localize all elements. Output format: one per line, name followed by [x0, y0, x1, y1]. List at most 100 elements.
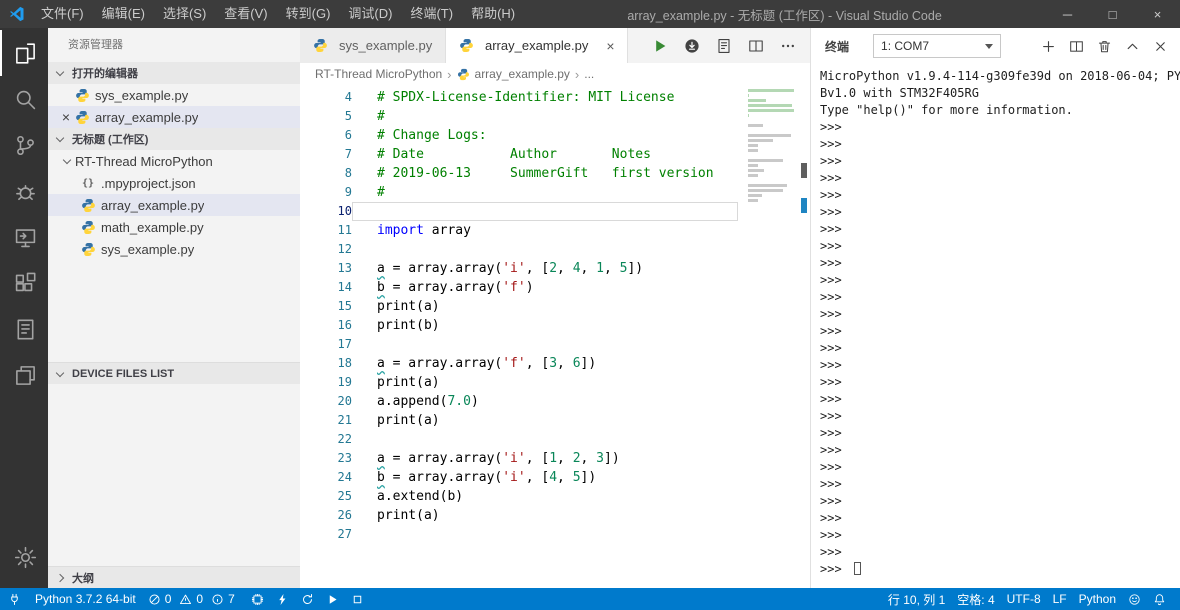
- menu-item-0[interactable]: 文件(F): [32, 0, 93, 28]
- activity-debug-button[interactable]: [0, 168, 48, 214]
- problems-indicator[interactable]: 0 0 7: [142, 588, 245, 610]
- overview-ruler[interactable]: [798, 85, 810, 588]
- menu-item-4[interactable]: 转到(G): [277, 0, 340, 28]
- close-panel-icon[interactable]: [1153, 39, 1168, 54]
- breadcrumb[interactable]: RT-Thread MicroPython › array_example.py ›.…: [300, 63, 810, 85]
- more-actions-icon[interactable]: [780, 38, 796, 54]
- stop-program-button[interactable]: [345, 588, 370, 610]
- code-line-7[interactable]: 7 # Date Author Notes: [300, 145, 810, 164]
- code-line-10[interactable]: 10: [300, 202, 810, 221]
- code-line-13[interactable]: 13 a = array.array('i', [2, 4, 1, 5]): [300, 259, 810, 278]
- code-line-16[interactable]: 16 print(b): [300, 316, 810, 335]
- close-tab-icon[interactable]: ×: [606, 38, 614, 54]
- menu-item-5[interactable]: 调试(D): [339, 0, 401, 28]
- open-editor-item-sys_example.py[interactable]: sys_example.py: [48, 84, 300, 106]
- eol-sequence[interactable]: LF: [1047, 588, 1073, 610]
- terminal-prompt-line: >>>: [820, 392, 842, 406]
- activity-notes-button[interactable]: [0, 306, 48, 352]
- tree-folder-rt-thread-micropython[interactable]: RT-Thread MicroPython: [48, 150, 300, 172]
- code-line-12[interactable]: 12: [300, 240, 810, 259]
- tab-array_example.py[interactable]: array_example.py ×: [446, 28, 628, 63]
- code-line-23[interactable]: 23 a = array.array('i', [1, 2, 3]): [300, 449, 810, 468]
- close-editor-icon[interactable]: ×: [58, 109, 74, 125]
- editor-actions: [638, 28, 810, 63]
- cursor-position[interactable]: 行 10, 列 1: [882, 588, 951, 610]
- new-terminal-icon[interactable]: [1041, 39, 1056, 54]
- section-outline[interactable]: 大纲: [48, 566, 300, 588]
- breadcrumb-item-1[interactable]: array_example.py: [475, 67, 570, 81]
- download-to-board-icon[interactable]: [684, 38, 700, 54]
- split-editor-icon[interactable]: [748, 38, 764, 54]
- section-device-files-list[interactable]: DEVICE FILES LIST: [48, 362, 300, 384]
- split-terminal-icon[interactable]: [1069, 39, 1084, 54]
- terminal-output[interactable]: MicroPython v1.9.4-114-g309fe39d on 2018…: [811, 64, 1180, 588]
- activity-extensions-button[interactable]: [0, 260, 48, 306]
- terminal-selector[interactable]: 1: COM7: [873, 34, 1002, 58]
- open-preview-icon[interactable]: [716, 38, 732, 54]
- menu-item-2[interactable]: 选择(S): [154, 0, 215, 28]
- code-editor[interactable]: 4 # SPDX-License-Identifier: MIT License 5…: [300, 85, 810, 588]
- activity-remote-button[interactable]: [0, 214, 48, 260]
- maximize-button[interactable]: □: [1090, 0, 1135, 28]
- code-line-11[interactable]: 11 import array: [300, 221, 810, 240]
- tab-sys_example.py[interactable]: sys_example.py: [300, 28, 446, 63]
- code-line-5[interactable]: 5 #: [300, 107, 810, 126]
- menu-item-1[interactable]: 编辑(E): [93, 0, 154, 28]
- scrollbar-thumb[interactable]: [801, 163, 807, 178]
- tree-item-array_example.py[interactable]: array_example.py: [48, 194, 300, 216]
- section-workspace[interactable]: 无标题 (工作区): [48, 128, 300, 150]
- breadcrumb-item-2[interactable]: ...: [584, 67, 594, 81]
- close-window-button[interactable]: ×: [1135, 0, 1180, 28]
- code-line-21[interactable]: 21 print(a): [300, 411, 810, 430]
- run-icon[interactable]: [652, 38, 668, 54]
- tree-item-.mpyproject.json[interactable]: {} .mpyproject.json: [48, 172, 300, 194]
- run-program-button[interactable]: [320, 588, 345, 610]
- code-line-26[interactable]: 26 print(a): [300, 506, 810, 525]
- activity-projects-button[interactable]: [0, 352, 48, 398]
- minimap[interactable]: [748, 89, 796, 209]
- kill-terminal-icon[interactable]: [1097, 39, 1112, 54]
- encoding[interactable]: UTF-8: [1001, 588, 1047, 610]
- code-line-22[interactable]: 22: [300, 430, 810, 449]
- terminal-input-line[interactable]: >>>: [820, 561, 1180, 578]
- section-open-editors[interactable]: 打开的编辑器: [48, 62, 300, 84]
- menu-item-3[interactable]: 查看(V): [215, 0, 276, 28]
- code-line-19[interactable]: 19 print(a): [300, 373, 810, 392]
- code-line-9[interactable]: 9 #: [300, 183, 810, 202]
- tree-item-math_example.py[interactable]: math_example.py: [48, 216, 300, 238]
- activity-source-control-button[interactable]: [0, 122, 48, 168]
- indentation[interactable]: 空格: 4: [951, 588, 1000, 610]
- code-line-25[interactable]: 25 a.extend(b): [300, 487, 810, 506]
- menu-item-6[interactable]: 终端(T): [401, 0, 462, 28]
- breadcrumb-item-0[interactable]: RT-Thread MicroPython: [315, 67, 442, 81]
- activity-explorer-button[interactable]: [0, 30, 48, 76]
- code-line-6[interactable]: 6 # Change Logs:: [300, 126, 810, 145]
- code-line-27[interactable]: 27: [300, 525, 810, 544]
- code-line-4[interactable]: 4 # SPDX-License-Identifier: MIT License: [300, 88, 810, 107]
- code-line-24[interactable]: 24 b = array.array('i', [4, 5]): [300, 468, 810, 487]
- code-line-14[interactable]: 14 b = array.array('f'): [300, 278, 810, 297]
- activity-search-button[interactable]: [0, 76, 48, 122]
- code-line-17[interactable]: 17: [300, 335, 810, 354]
- terminal-prompt-line: >>>: [820, 222, 842, 236]
- open-editor-item-array_example.py[interactable]: × array_example.py: [48, 106, 300, 128]
- line-number: 6: [344, 128, 352, 142]
- code-line-20[interactable]: 20 a.append(7.0): [300, 392, 810, 411]
- maximize-panel-icon[interactable]: [1125, 39, 1140, 54]
- python-interpreter[interactable]: Python 3.7.2 64-bit: [29, 588, 142, 610]
- tree-item-sys_example.py[interactable]: sys_example.py: [48, 238, 300, 260]
- remote-indicator[interactable]: [0, 588, 29, 610]
- code-line-8[interactable]: 8 # 2019-06-13 SummerGift first version: [300, 164, 810, 183]
- language-mode[interactable]: Python: [1073, 588, 1122, 610]
- code-line-15[interactable]: 15 print(a): [300, 297, 810, 316]
- minimize-button[interactable]: ─: [1045, 0, 1090, 28]
- menu-item-7[interactable]: 帮助(H): [462, 0, 524, 28]
- feedback-button[interactable]: [1122, 588, 1147, 610]
- activity-settings-button[interactable]: [0, 534, 48, 580]
- code-line-18[interactable]: 18 a = array.array('f', [3, 6]): [300, 354, 810, 373]
- notifications-button[interactable]: [1147, 588, 1172, 610]
- flash-button[interactable]: [270, 588, 295, 610]
- board-button[interactable]: [245, 588, 270, 610]
- tab-terminal[interactable]: 终端: [825, 38, 849, 55]
- sync-button[interactable]: [295, 588, 320, 610]
